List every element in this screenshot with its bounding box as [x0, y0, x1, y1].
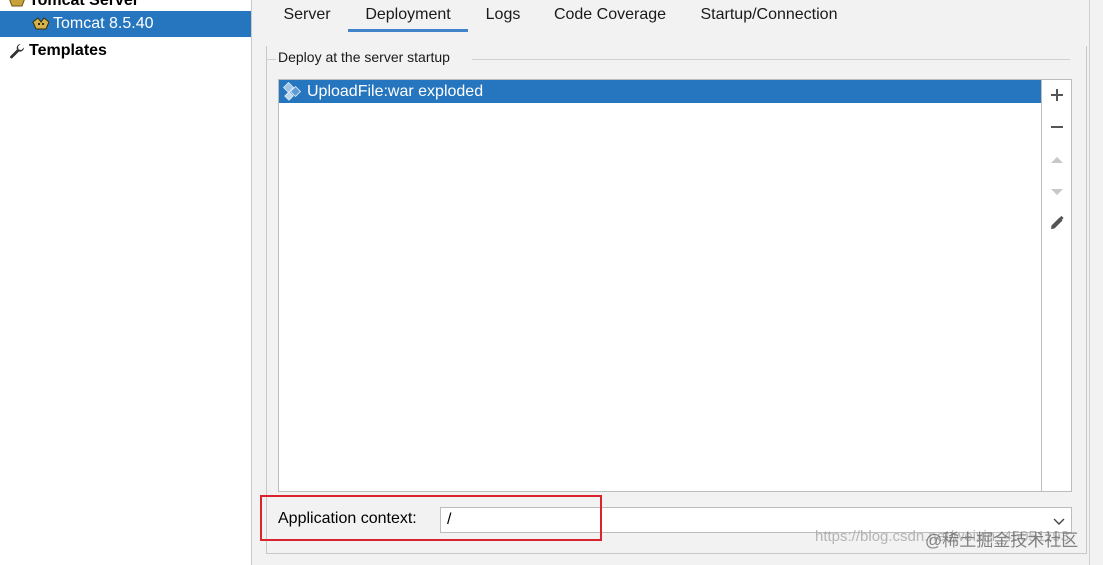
highlight-box — [260, 495, 602, 541]
chevron-down-icon[interactable] — [1053, 514, 1065, 526]
tree-item-tomcat-8-5-40[interactable]: Tomcat 8.5.40 — [0, 11, 251, 37]
tomcat-icon — [32, 15, 50, 33]
deploy-toolbar — [1042, 79, 1072, 492]
tree-item-templates[interactable]: Templates — [0, 38, 251, 64]
edit-button[interactable] — [1042, 211, 1072, 239]
edit-icon — [1049, 215, 1065, 236]
list-item[interactable]: UploadFile:war exploded — [279, 80, 1041, 103]
panel-divider — [1089, 0, 1090, 565]
watermark-site: @稀土掘金技术社区 — [925, 531, 1079, 550]
tomcat-icon — [8, 0, 26, 10]
config-tree: Tomcat Server Tomcat 8.5.40 Templates — [0, 0, 251, 565]
tree-item-label: Tomcat Server — [29, 0, 139, 9]
deploy-list[interactable]: UploadFile:war exploded — [278, 79, 1042, 492]
tab-deployment[interactable]: Deployment — [348, 0, 468, 32]
list-item-label: UploadFile:war exploded — [307, 82, 484, 100]
group-border — [472, 59, 1070, 60]
wrench-icon — [8, 42, 26, 60]
run-config-dialog: Tomcat Server Tomcat 8.5.40 Templates Se… — [0, 0, 1103, 565]
add-icon — [1050, 88, 1064, 107]
tab-bar: Server Deployment Logs Code Coverage Sta… — [252, 0, 1103, 32]
group-border — [266, 59, 276, 60]
move-down-button[interactable] — [1042, 179, 1072, 207]
tab-startup-connection[interactable]: Startup/Connection — [692, 0, 846, 30]
tree-item-label: Tomcat 8.5.40 — [53, 15, 154, 32]
tab-logs[interactable]: Logs — [478, 0, 528, 30]
tab-server[interactable]: Server — [274, 0, 340, 30]
group-title: Deploy at the server startup — [278, 49, 458, 65]
config-panel: Server Deployment Logs Code Coverage Sta… — [252, 0, 1103, 565]
tab-code-coverage[interactable]: Code Coverage — [546, 0, 674, 30]
add-button[interactable] — [1042, 83, 1072, 111]
move-up-icon — [1050, 152, 1064, 170]
tree-item-label: Templates — [29, 42, 107, 59]
move-up-button[interactable] — [1042, 147, 1072, 175]
remove-button[interactable] — [1042, 115, 1072, 143]
artifact-icon — [283, 81, 303, 102]
move-down-icon — [1050, 184, 1064, 202]
remove-icon — [1050, 120, 1064, 139]
